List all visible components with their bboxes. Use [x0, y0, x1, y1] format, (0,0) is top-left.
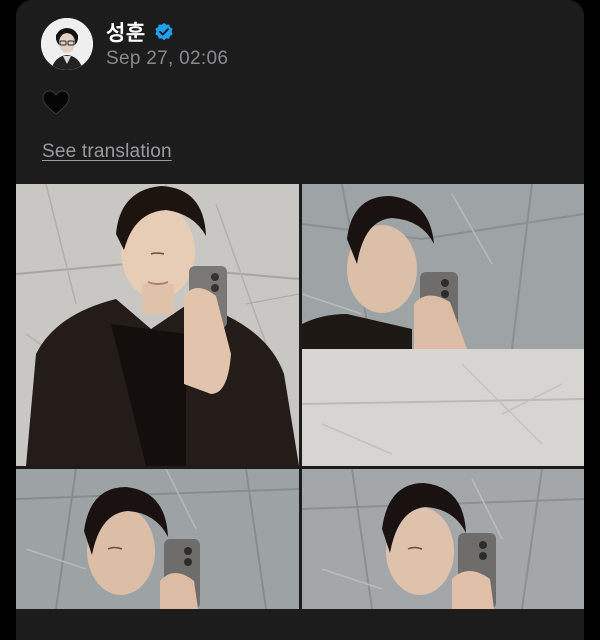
post-card: 성훈 Sep 27, 02:06 See translation — [16, 0, 584, 640]
verified-badge-icon — [154, 22, 174, 42]
avatar[interactable] — [41, 18, 93, 70]
author-meta: 성훈 Sep 27, 02:06 — [106, 18, 228, 70]
post-text — [42, 90, 70, 122]
photo-grid — [16, 184, 584, 609]
post-photo-2[interactable] — [302, 184, 584, 466]
black-heart-icon — [42, 90, 70, 116]
post-timestamp: Sep 27, 02:06 — [106, 48, 229, 69]
post-photo-1[interactable] — [16, 184, 299, 466]
post-photo-4[interactable] — [302, 469, 584, 609]
author-name-row: 성훈 — [106, 18, 228, 46]
see-translation-link[interactable]: See translation — [42, 141, 172, 163]
post-header: 성훈 Sep 27, 02:06 — [41, 16, 228, 72]
post-photo-3[interactable] — [16, 469, 299, 609]
author-name[interactable]: 성훈 — [106, 17, 146, 47]
